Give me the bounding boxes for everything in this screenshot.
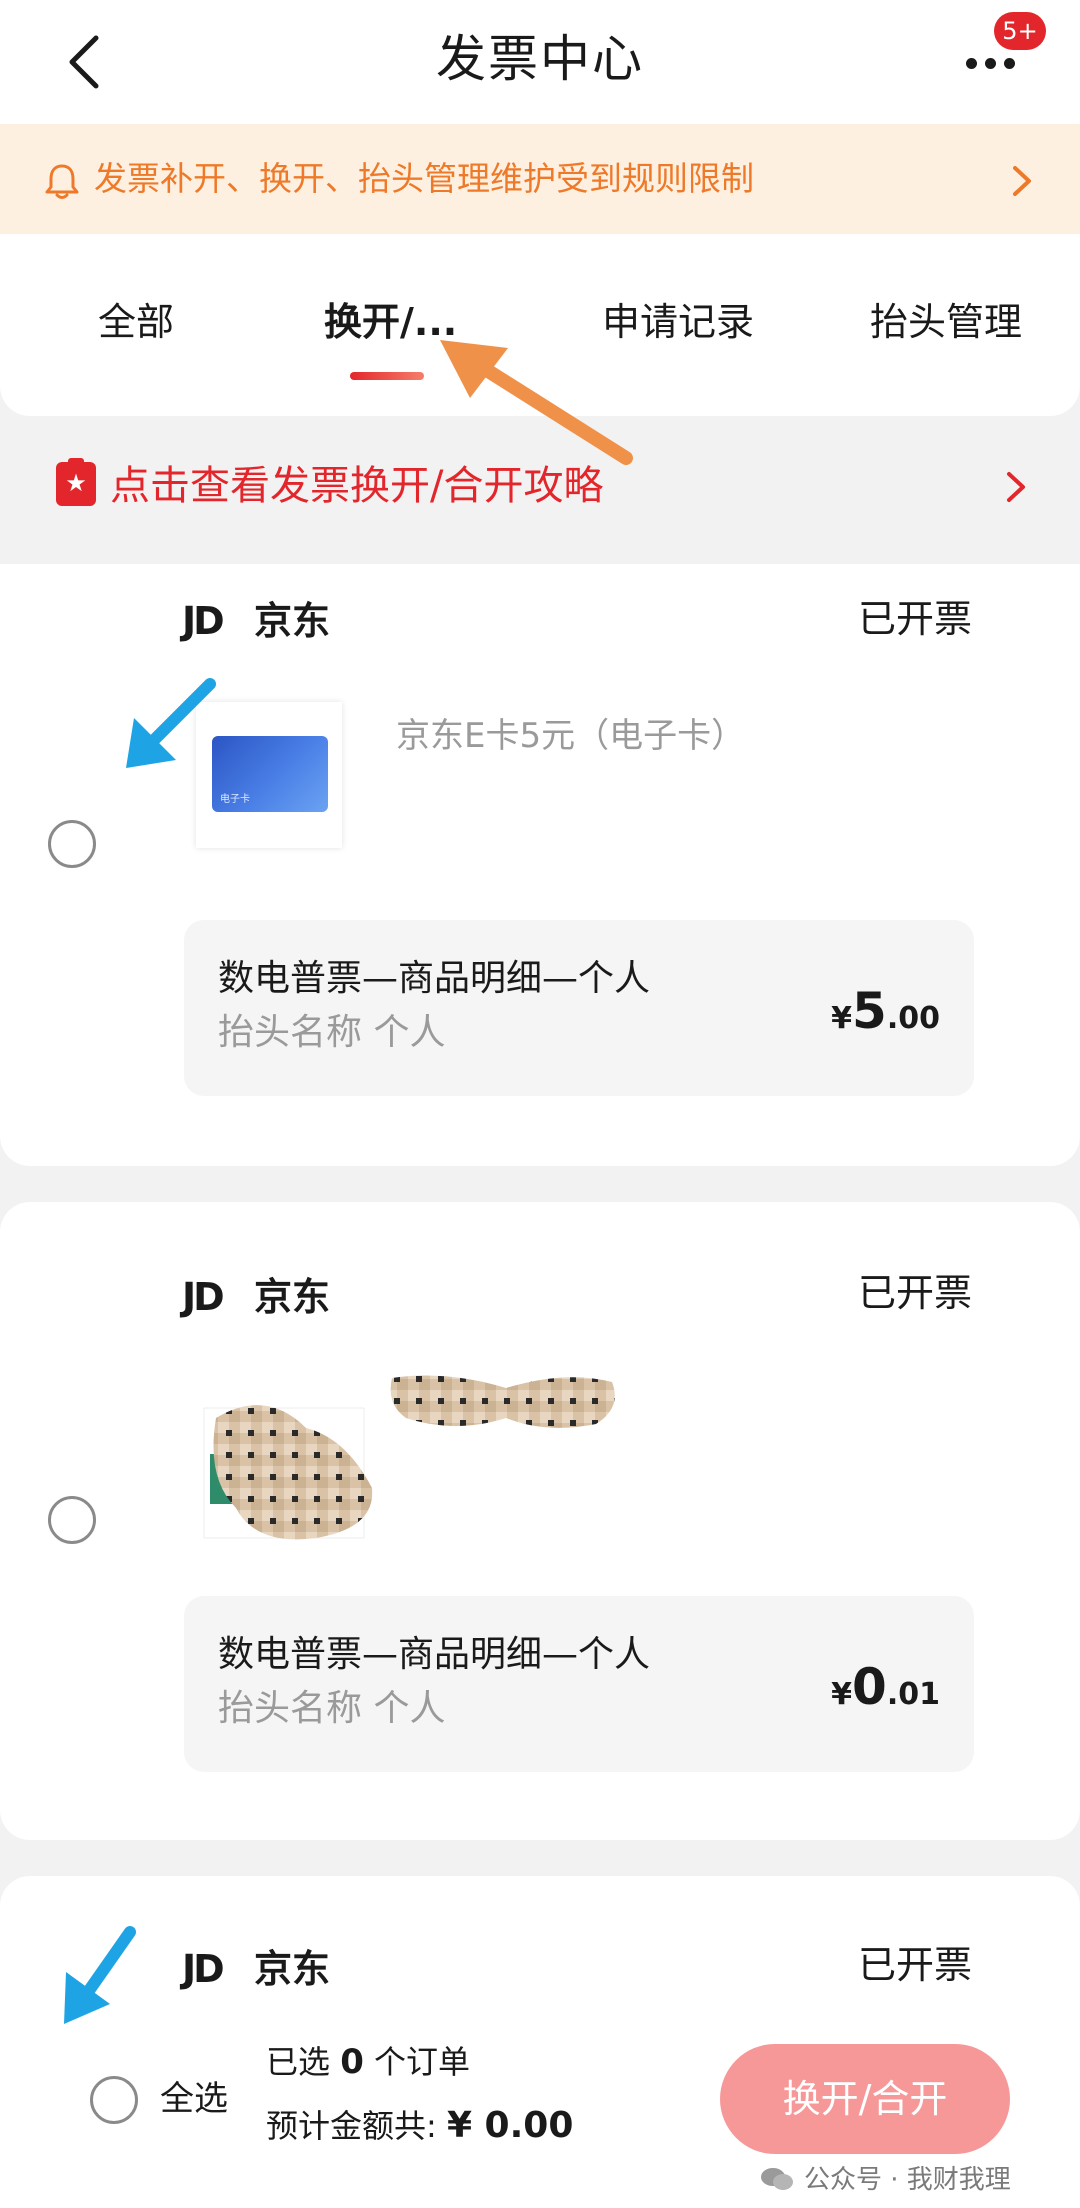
select-all-radio[interactable]	[90, 2076, 138, 2124]
order-select-radio[interactable]	[48, 1496, 96, 1544]
order-card: JD 京东 已开票 数电普票—商品明细—个人 抬头名称 个人 ¥0.01	[0, 1202, 1080, 1840]
product-title[interactable]: 京东E卡5元（电子卡）	[396, 712, 745, 760]
tab-all[interactable]: 全部	[98, 296, 174, 348]
shop-name[interactable]: 京东	[254, 1944, 330, 1994]
invoice-status: 已开票	[858, 1943, 973, 1987]
invoice-detail-box[interactable]: 数电普票—商品明细—个人 抬头名称 个人 ¥0.01	[184, 1596, 974, 1772]
more-dots-icon	[966, 58, 1015, 69]
rule-notice-bar[interactable]: 发票补开、换开、抬头管理维护受到规则限制	[0, 124, 1080, 234]
wechat-icon	[761, 2168, 793, 2190]
jd-logo: JD	[182, 1275, 225, 1319]
bottom-action-bar: 全选 已选 0 个订单 预计金额共: ¥ 0.00 换开/合开 公众号 · 我财…	[0, 2016, 1080, 2208]
invoice-header-name: 抬头名称 个人	[218, 1012, 446, 1053]
selected-count-text: 已选 0 个订单	[266, 2038, 470, 2086]
active-tab-indicator	[350, 372, 424, 380]
amount-integer: 0	[852, 1658, 887, 1716]
jd-logo: JD	[182, 599, 225, 643]
shop-name[interactable]: 京东	[254, 1272, 330, 1322]
invoice-status: 已开票	[858, 597, 973, 641]
currency-symbol: ¥	[831, 1001, 853, 1036]
invoice-amount: ¥0.01	[831, 1658, 940, 1716]
total-label: 预计金额共:	[266, 2107, 437, 2145]
jd-logo: JD	[182, 1947, 225, 1991]
annotation-arrow-icon	[64, 1926, 136, 2024]
bell-icon	[45, 164, 79, 199]
select-all-label[interactable]: 全选	[160, 2074, 228, 2124]
invoice-amount: ¥5.00	[831, 982, 940, 1040]
selected-suffix: 个订单	[374, 2043, 471, 2081]
chevron-right-icon	[1013, 166, 1031, 196]
selected-count: 0	[340, 2042, 364, 2082]
redacted-product-title	[390, 1375, 615, 1428]
more-menu-button[interactable]: 5+	[956, 12, 1046, 100]
watermark: 公众号 · 我财我理	[760, 2160, 1011, 2200]
redacted-product-thumbnail	[203, 1405, 373, 1540]
invoice-type: 数电普票—商品明细—个人	[218, 1634, 651, 1675]
page-title: 发票中心	[436, 30, 644, 88]
invoice-type: 数电普票—商品明细—个人	[218, 958, 651, 999]
invoice-status: 已开票	[858, 1271, 973, 1315]
estimated-total: 预计金额共: ¥ 0.00	[266, 2100, 573, 2152]
watermark-text: 公众号 · 我财我理	[804, 2165, 1011, 2195]
selected-prefix: 已选	[266, 2043, 331, 2081]
amount-decimal: .00	[886, 1001, 940, 1036]
notice-text: 发票补开、换开、抬头管理维护受到规则限制	[94, 159, 754, 198]
invoice-detail-box[interactable]: 数电普票—商品明细—个人 抬头名称 个人 ¥5.00	[184, 920, 974, 1096]
invoice-header-name: 抬头名称 个人	[218, 1688, 446, 1729]
ecard-label: 电子卡	[220, 794, 250, 805]
currency-symbol: ¥	[831, 1677, 853, 1712]
annotation-arrow-icon	[126, 678, 216, 768]
app-header: 发票中心 5+	[0, 0, 1080, 124]
ecard-image: 电子卡	[212, 736, 328, 812]
tab-header-management[interactable]: 抬头管理	[870, 296, 1022, 348]
annotation-arrow-icon	[440, 340, 633, 465]
shop-name[interactable]: 京东	[254, 596, 330, 646]
amount-decimal: .01	[886, 1677, 940, 1712]
amount-integer: 5	[852, 982, 887, 1040]
order-card: JD 京东 已开票 电子卡 京东E卡5元（电子卡） 数电普票—商品明细—个人 抬…	[0, 564, 1080, 1166]
total-value: ¥ 0.00	[446, 2105, 574, 2146]
reissue-merge-button[interactable]: 换开/合开	[720, 2044, 1010, 2154]
chevron-right-icon	[1007, 472, 1025, 502]
order-select-radio[interactable]	[48, 820, 96, 868]
gift-guide-icon: ★	[56, 458, 96, 506]
message-badge: 5+	[994, 12, 1046, 50]
